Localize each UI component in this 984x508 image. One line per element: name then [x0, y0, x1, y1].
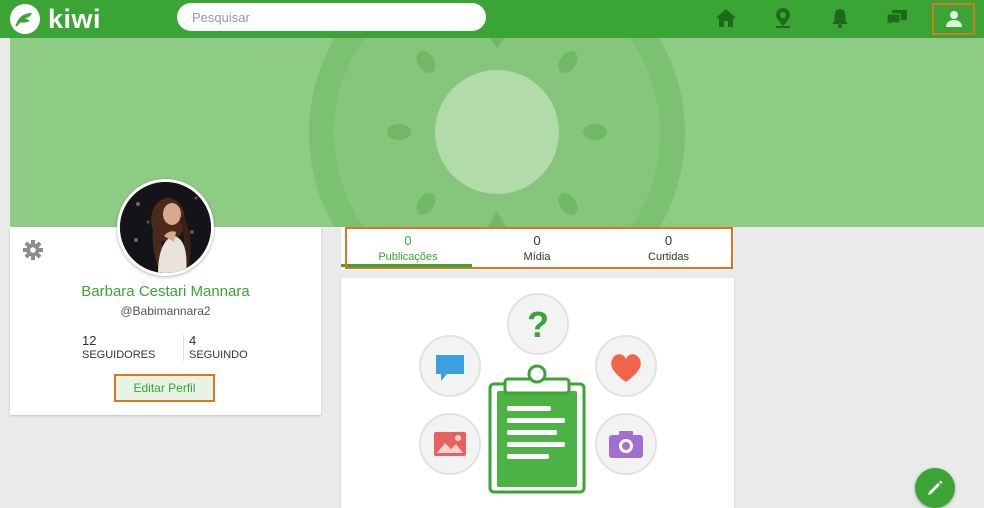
tab-publicacoes[interactable]: 0 Publicações [345, 227, 471, 267]
camera-icon [595, 413, 657, 475]
tab-count: 0 [664, 233, 673, 248]
pencil-icon [928, 480, 943, 495]
question-icon: ? [507, 293, 569, 355]
stats-divider [183, 335, 184, 361]
followers-count: 12 [82, 333, 97, 348]
edit-profile-button[interactable]: Editar Perfil [114, 374, 215, 402]
following-count: 4 [189, 333, 197, 348]
active-tab-indicator [341, 264, 472, 267]
compose-button[interactable] [915, 468, 955, 508]
tab-count: 0 [533, 233, 541, 248]
clipboard-icon [488, 364, 586, 494]
following-label: SEGUINDO [189, 349, 248, 361]
tab-label: Publicações [378, 251, 438, 263]
tab-label: Mídia [523, 251, 551, 263]
tab-label: Curtidas [648, 251, 689, 263]
avatar[interactable] [117, 179, 214, 276]
profile-name: Barbara Cestari Mannara [81, 283, 250, 300]
search-input[interactable] [177, 3, 486, 31]
profile-nav-button[interactable] [932, 3, 975, 35]
empty-state-card: ? [341, 278, 734, 508]
tab-curtidas[interactable]: 0 Curtidas [605, 227, 732, 267]
followers-label: SEGUIDORES [82, 349, 156, 361]
svg-text:?: ? [527, 304, 549, 345]
empty-state-illustration: ? [419, 293, 657, 494]
logo-text: kiwi [48, 4, 102, 34]
followers-stat[interactable]: 12 SEGUIDORES [82, 333, 155, 361]
following-stat[interactable]: 4 SEGUINDO [189, 333, 248, 361]
edit-profile-label: Editar Perfil [133, 381, 196, 395]
top-navigation-bar: kiwi [0, 0, 984, 38]
heart-icon [595, 335, 657, 397]
kiwi-logo[interactable]: kiwi [10, 4, 101, 34]
tab-midia[interactable]: 0 Mídia [474, 227, 600, 267]
location-pin-icon[interactable] [771, 6, 795, 30]
image-icon [419, 413, 481, 475]
bell-icon[interactable] [828, 6, 852, 30]
home-icon[interactable] [714, 6, 738, 30]
user-icon [945, 11, 962, 27]
gear-icon[interactable] [22, 239, 44, 261]
chat-bubble-icon [419, 335, 481, 397]
profile-handle: @Babimannara2 [120, 304, 211, 318]
kiwi-bird-icon [10, 4, 40, 34]
tab-count: 0 [404, 233, 412, 248]
chat-icon[interactable] [885, 6, 909, 30]
